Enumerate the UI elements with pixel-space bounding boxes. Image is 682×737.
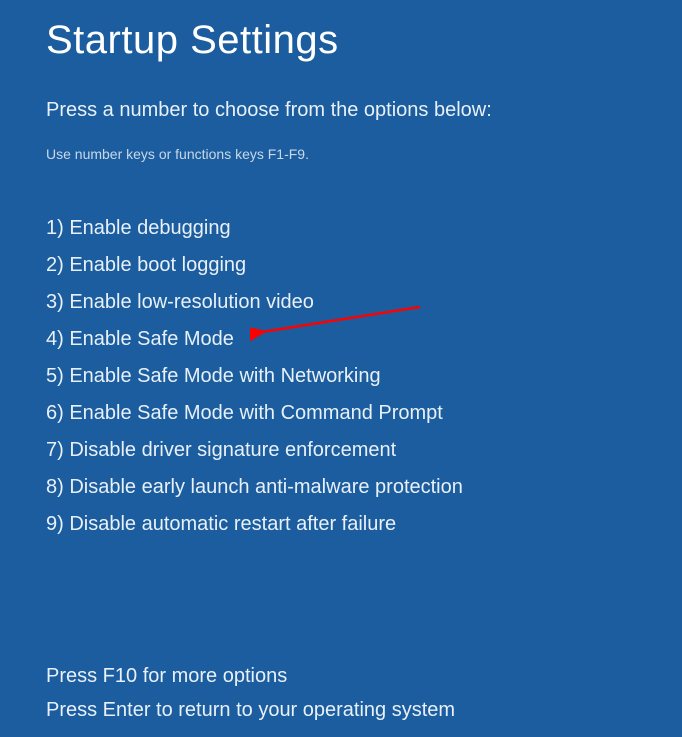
option-disable-driver-signature[interactable]: 7) Disable driver signature enforcement	[46, 432, 636, 469]
option-enable-safe-mode-command-prompt[interactable]: 6) Enable Safe Mode with Command Prompt	[46, 395, 636, 432]
option-enable-low-resolution-video[interactable]: 3) Enable low-resolution video	[46, 284, 636, 321]
option-disable-auto-restart[interactable]: 9) Disable automatic restart after failu…	[46, 506, 636, 543]
footer-more-options: Press F10 for more options	[46, 659, 455, 693]
hint-text: Use number keys or functions keys F1-F9.	[46, 146, 636, 162]
option-enable-safe-mode-networking[interactable]: 5) Enable Safe Mode with Networking	[46, 358, 636, 395]
option-enable-safe-mode[interactable]: 4) Enable Safe Mode	[46, 321, 636, 358]
page-title: Startup Settings	[46, 18, 636, 63]
instruction-text: Press a number to choose from the option…	[46, 99, 636, 122]
startup-options-list: 1) Enable debugging 2) Enable boot loggi…	[46, 210, 636, 543]
footer-instructions: Press F10 for more options Press Enter t…	[46, 659, 455, 727]
option-enable-debugging[interactable]: 1) Enable debugging	[46, 210, 636, 247]
option-disable-anti-malware[interactable]: 8) Disable early launch anti-malware pro…	[46, 469, 636, 506]
footer-return-os: Press Enter to return to your operating …	[46, 693, 455, 727]
option-enable-boot-logging[interactable]: 2) Enable boot logging	[46, 247, 636, 284]
